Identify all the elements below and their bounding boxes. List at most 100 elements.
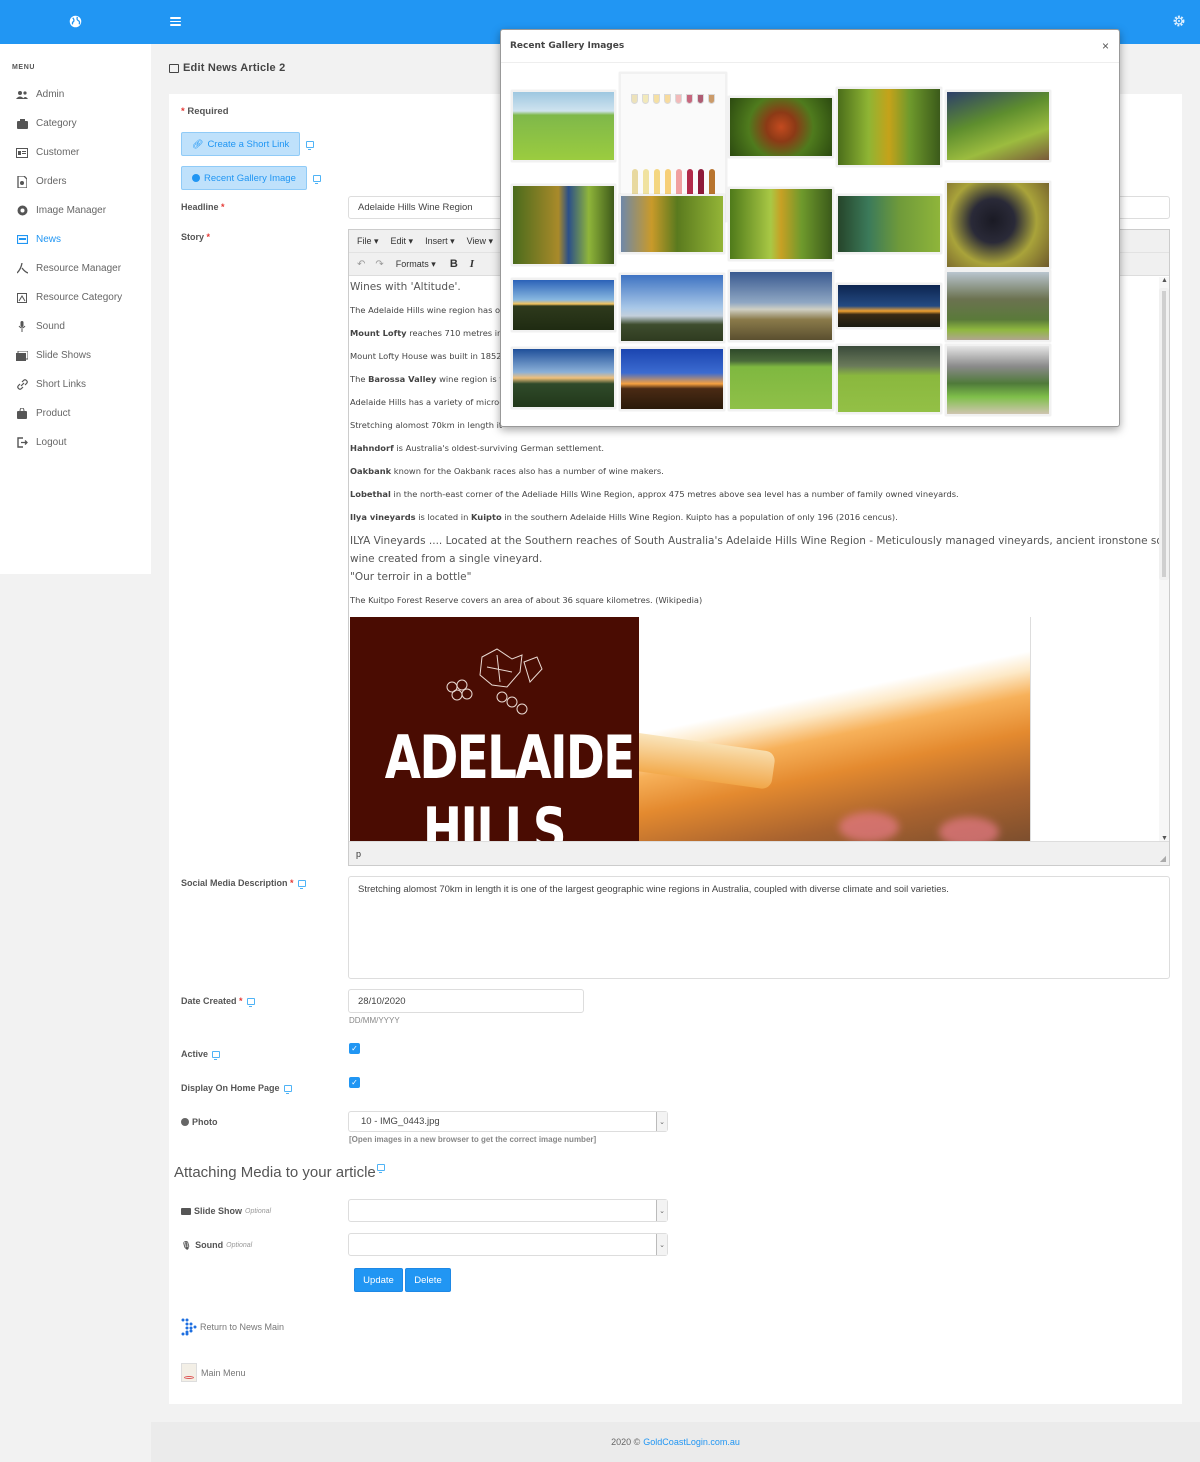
sidebar-item-sound[interactable]: Sound — [0, 312, 151, 341]
undo-icon[interactable]: ↶ — [357, 259, 365, 270]
gallery-thumbnail-grape-vines[interactable] — [945, 90, 1051, 162]
gallery-image — [838, 346, 940, 412]
footer-link[interactable]: GoldCoastLogin.com.au — [643, 1437, 740, 1447]
sidebar-item-resource-category[interactable]: Resource Category — [0, 283, 151, 312]
sound-select[interactable]: ⌄ — [348, 1233, 668, 1256]
editor-menu-view[interactable]: View ▾ — [467, 236, 493, 247]
photo-label: Photo — [181, 1117, 218, 1127]
gallery-thumbnail-black-grapes[interactable] — [945, 181, 1051, 269]
microphone-icon — [16, 321, 28, 333]
gallery-thumbnail-vineyard-harvester[interactable] — [836, 87, 942, 167]
editor-paragraph: Adelaide Hills has a variety of micro-c — [350, 397, 507, 407]
gallery-thumbnail-misty-paddock[interactable] — [728, 270, 834, 342]
globe-icon[interactable] — [69, 15, 82, 28]
sidebar-item-customer[interactable]: Customer — [0, 138, 151, 167]
menu-thumbnail-icon — [181, 1363, 197, 1382]
gallery-thumbnail-hillside-with-pot[interactable] — [511, 90, 616, 162]
gallery-thumbnail-tree-lined-path[interactable] — [945, 270, 1051, 342]
attaching-media-heading: Attaching Media to your article — [174, 1164, 385, 1181]
sidebar-menu-title: MENU — [12, 64, 36, 71]
editor-paragraph: wine created from a single vineyard. — [350, 553, 543, 565]
gallery-image — [513, 186, 614, 264]
close-icon[interactable]: × — [1102, 39, 1109, 53]
sidebar-item-label: Product — [36, 408, 71, 419]
social-media-description-textarea[interactable]: Stretching alomost 70km in length it is … — [348, 876, 1170, 979]
gallery-image — [947, 183, 1049, 267]
date-created-label: Date Created * — [181, 996, 255, 1008]
editor-scrollbar-thumb[interactable] — [1160, 289, 1168, 579]
photo-select[interactable]: 10 - IMG_0443.jpg ⌄ — [348, 1111, 668, 1132]
sidebar-item-news[interactable]: News — [0, 225, 151, 254]
create-short-link-button[interactable]: 🔗︎ Create a Short Link — [181, 132, 301, 156]
sidebar-item-resource-manager[interactable]: Resource Manager — [0, 254, 151, 283]
gallery-thumbnail-harvester-worker[interactable] — [511, 184, 616, 266]
short-link-row: 🔗︎ Create a Short Link — [181, 132, 315, 156]
editor-menu-file[interactable]: File ▾ — [357, 236, 379, 247]
news-icon — [169, 63, 179, 73]
photo-hint: [Open images in a new browser to get the… — [349, 1135, 597, 1144]
main-menu-link[interactable]: Main Menu — [181, 1363, 246, 1382]
gallery-thumbnail-vineyard-row[interactable] — [728, 187, 834, 261]
slideshow-icon — [16, 350, 28, 362]
sidebar-item-admin[interactable]: Admin — [0, 80, 151, 109]
sidebar-item-short-links[interactable]: Short Links — [0, 370, 151, 399]
gallery-thumbnail-harvester-machine[interactable] — [619, 194, 725, 254]
editor-menu-insert[interactable]: Insert ▾ — [425, 236, 455, 247]
gallery-thumbnail-bare-tree-sunrise[interactable] — [619, 273, 725, 343]
sidebar-item-orders[interactable]: Orders — [0, 167, 151, 196]
gallery-image — [947, 272, 1049, 340]
editor-scrollbar[interactable]: ▲ ▼ — [1159, 277, 1169, 842]
info-tooltip-icon[interactable] — [376, 1164, 385, 1173]
recent-gallery-image-button[interactable]: Recent Gallery Image — [181, 166, 307, 190]
gallery-row: Recent Gallery Image — [181, 166, 321, 190]
hamburger-menu-icon[interactable] — [170, 17, 181, 26]
sidebar-item-label: Category — [36, 118, 77, 129]
editor-paragraph: Lobethal in the north-east corner of the… — [350, 489, 959, 499]
slide-show-select[interactable]: ⌄ — [348, 1199, 668, 1222]
formats-dropdown[interactable]: Formats ▾ — [396, 259, 436, 270]
gallery-thumbnail-driveway-trees[interactable] — [945, 344, 1051, 416]
gallery-image — [621, 349, 723, 409]
gallery-thumbnail-sunrise-field[interactable] — [511, 278, 616, 332]
info-tooltip-icon[interactable] — [306, 140, 315, 150]
bold-button[interactable]: B — [450, 258, 458, 270]
sidebar-item-logout[interactable]: Logout — [0, 428, 151, 457]
headline-label: Headline * — [181, 202, 225, 212]
gallery-thumbnail-sunset-horizon[interactable] — [836, 283, 942, 329]
sidebar-item-product[interactable]: Product — [0, 399, 151, 428]
gallery-thumbnail-harvest-bins[interactable] — [836, 194, 942, 254]
gallery-thumbnail-sunrise-tree[interactable] — [619, 347, 725, 411]
update-button[interactable]: Update — [354, 1268, 403, 1292]
display-on-home-checkbox[interactable]: ✓ — [349, 1077, 360, 1088]
story-label: Story * — [181, 232, 211, 242]
redo-icon[interactable]: ↷ — [375, 259, 383, 270]
sidebar-item-label: Short Links — [36, 379, 87, 390]
resize-handle-icon[interactable]: ◢ — [1160, 854, 1166, 863]
info-tooltip-icon[interactable] — [212, 1051, 221, 1061]
editor-element-path[interactable]: p — [356, 849, 361, 859]
gallery-thumbnail-red-vine-leaf[interactable] — [728, 96, 834, 158]
microphone-icon: 🎙︎ — [181, 1240, 192, 1250]
info-tooltip-icon[interactable] — [312, 174, 321, 184]
info-tooltip-icon[interactable] — [297, 880, 306, 890]
sidebar-item-slide-shows[interactable]: Slide Shows — [0, 341, 151, 370]
gallery-thumbnail-misty-dam[interactable] — [511, 347, 616, 409]
gallery-thumbnail-sheep-paddock[interactable] — [728, 347, 834, 411]
italic-button[interactable]: I — [470, 258, 474, 270]
date-created-input[interactable]: 28/10/2020 — [348, 989, 584, 1013]
editor-menu-edit[interactable]: Edit ▾ — [391, 236, 414, 247]
banner-title-2: HILLS — [422, 795, 567, 842]
sidebar-item-image-manager[interactable]: Image Manager — [0, 196, 151, 225]
slideshow-icon — [181, 1207, 191, 1215]
gear-icon[interactable] — [1172, 14, 1186, 28]
info-tooltip-icon[interactable] — [246, 998, 255, 1008]
return-to-news-link[interactable]: Return to News Main — [181, 1318, 284, 1336]
editor-paragraph: ILYA Vineyards .... Located at the South… — [350, 535, 1159, 547]
sidebar-item-category[interactable]: Category — [0, 109, 151, 138]
gallery-thumbnail-sheep-gum-trees[interactable] — [836, 344, 942, 414]
active-checkbox[interactable]: ✓ — [349, 1043, 360, 1054]
date-format-hint: DD/MM/YYYY — [349, 1016, 400, 1025]
delete-button[interactable]: Delete — [405, 1268, 451, 1292]
slide-show-label: Slide Show Optional — [181, 1206, 271, 1216]
info-tooltip-icon[interactable] — [283, 1085, 292, 1095]
